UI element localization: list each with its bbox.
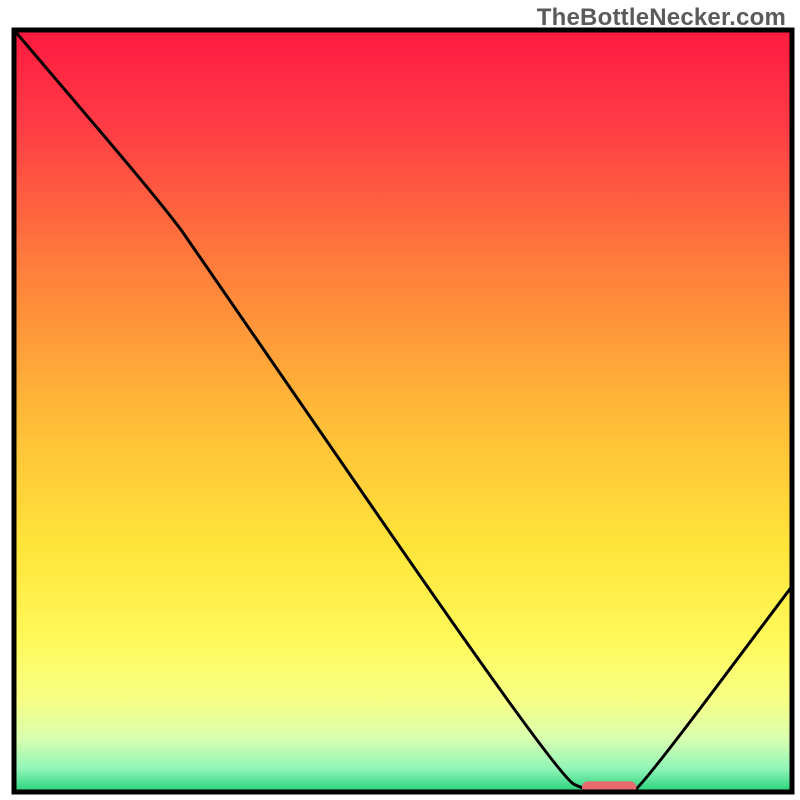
plot-area (14, 30, 792, 793)
gradient-background (14, 30, 792, 792)
plot-svg (0, 0, 800, 800)
watermark-text: TheBottleNecker.com (537, 4, 786, 32)
bottleneck-chart: TheBottleNecker.com (0, 0, 800, 800)
